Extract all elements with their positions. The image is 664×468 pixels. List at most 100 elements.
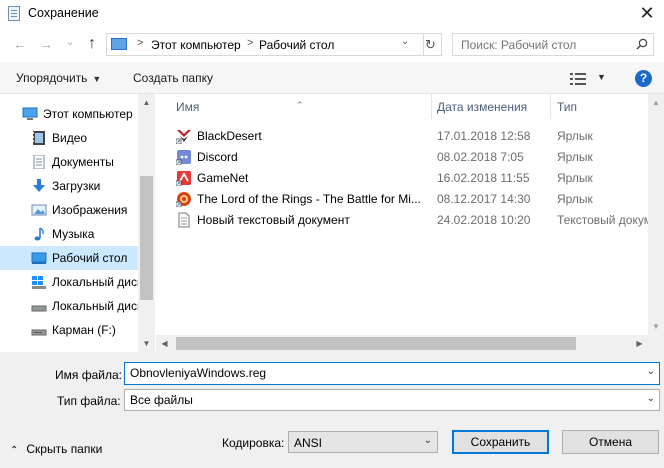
breadcrumb-this-pc[interactable]: Этот компьютер <box>151 38 241 52</box>
sidebar-item-label: Локальный диск <box>52 299 143 313</box>
encoding-value: ANSI <box>294 436 323 450</box>
hide-folders-label: Скрыть папки <box>26 442 103 456</box>
windows-drive-icon <box>32 276 46 289</box>
search-input[interactable] <box>453 34 633 55</box>
cancel-button[interactable]: Отмена <box>562 430 659 454</box>
chevron-down-icon[interactable]: ⌄ <box>424 435 432 446</box>
chevron-down-icon[interactable]: ⌄ <box>401 36 413 47</box>
sidebar-item-label: Локальный диск <box>52 275 143 289</box>
breadcrumb-separator[interactable]: > <box>137 37 143 49</box>
sidebar-item-this-pc[interactable]: Этот компьютер <box>0 102 138 126</box>
video-icon <box>33 131 45 145</box>
scroll-down-icon[interactable]: ▼ <box>138 335 155 352</box>
filetype-select[interactable]: Все файлы ⌄ <box>124 389 660 411</box>
hide-folders-button[interactable]: ⌃ Скрыть папки <box>10 442 102 456</box>
file-name: The Lord of the Rings - The Battle for M… <box>197 192 421 206</box>
file-type: Ярлык <box>557 129 593 143</box>
file-name: Discord <box>197 150 238 164</box>
file-name: GameNet <box>197 171 249 185</box>
encoding-label: Кодировка: <box>222 436 285 450</box>
close-button[interactable]: ✕ <box>630 0 664 28</box>
scrollbar-thumb[interactable] <box>140 176 153 300</box>
computer-icon <box>22 107 38 120</box>
file-row[interactable]: Новый текстовый документ 24.02.2018 10:2… <box>176 209 664 230</box>
sidebar-item-downloads[interactable]: Загрузки <box>0 174 138 198</box>
forward-button[interactable]: → <box>38 36 54 52</box>
file-list-horizontal-scrollbar[interactable]: ◀ ▶ <box>156 335 648 352</box>
file-row[interactable]: The Lord of the Rings - The Battle for M… <box>176 188 664 209</box>
organize-button[interactable]: Упорядочить ▼ <box>16 71 101 85</box>
file-date: 16.02.2018 11:55 <box>437 171 530 185</box>
breadcrumb-desktop[interactable]: Рабочий стол <box>259 38 334 52</box>
filename-field[interactable]: ObnovleniyaWindows.reg ⌄ <box>124 362 660 385</box>
sidebar-item-karman-f[interactable]: Карман (F:) <box>0 318 138 342</box>
column-header-label: Тип <box>557 100 578 114</box>
file-type: Ярлык <box>557 192 593 206</box>
address-bar[interactable]: > Этот компьютер > Рабочий стол ⌄ <box>106 33 424 56</box>
pictures-icon <box>31 204 47 216</box>
help-button[interactable]: ? <box>635 70 652 87</box>
file-row[interactable]: Discord 08.02.2018 7:05 Ярлык <box>176 146 664 167</box>
filename-value[interactable]: ObnovleniyaWindows.reg <box>130 366 266 380</box>
sidebar-item-documents[interactable]: Документы <box>0 150 138 174</box>
file-name: BlackDesert <box>197 129 262 143</box>
view-options-button[interactable]: ▼ <box>570 71 606 87</box>
scroll-right-icon[interactable]: ▶ <box>631 335 648 352</box>
window-title: Сохранение <box>28 6 99 20</box>
column-header-name[interactable]: Имя ⌃ <box>156 94 431 119</box>
command-bar: Упорядочить ▼ Создать папку ▼ ? <box>0 62 664 94</box>
column-header-label: Дата изменения <box>437 100 528 114</box>
notepad-icon <box>8 6 20 21</box>
documents-icon <box>33 155 45 169</box>
search-box[interactable] <box>452 33 654 56</box>
chevron-down-icon[interactable]: ⌄ <box>647 366 655 377</box>
filetype-value: Все файлы <box>130 393 193 407</box>
scroll-up-icon[interactable]: ▲ <box>138 94 155 111</box>
sidebar-scrollbar[interactable]: ▲ ▼ <box>138 94 155 352</box>
breadcrumb-separator[interactable]: > <box>247 37 253 49</box>
sidebar-item-label: Изображения <box>52 203 128 217</box>
scrollbar-thumb[interactable] <box>176 337 576 350</box>
sidebar-item-label: Рабочий стол <box>52 251 128 265</box>
encoding-select[interactable]: ANSI ⌄ <box>288 431 438 453</box>
details-view-icon <box>570 73 586 85</box>
recent-locations-button[interactable]: ⌄ <box>62 34 78 50</box>
title-bar: Сохранение ✕ <box>0 0 664 28</box>
discord-shortcut-icon <box>176 150 191 165</box>
blackdesert-shortcut-icon <box>176 130 191 144</box>
chevron-down-icon[interactable]: ⌄ <box>647 393 655 404</box>
sidebar-item-label: Этот компьютер <box>43 107 133 121</box>
save-button[interactable]: Сохранить <box>452 430 549 454</box>
sidebar-item-local-disk-c[interactable]: Локальный диск <box>0 270 142 294</box>
column-header-type[interactable]: Тип <box>551 94 648 119</box>
sidebar-item-music[interactable]: Музыка <box>0 222 138 246</box>
sidebar-item-local-disk[interactable]: Локальный диск <box>0 294 142 318</box>
search-icon[interactable] <box>636 38 648 50</box>
sidebar-item-label: Загрузки <box>52 179 101 193</box>
column-header-label: Имя <box>176 100 200 114</box>
computer-icon <box>111 38 127 50</box>
sidebar-item-video[interactable]: Видео <box>0 126 138 150</box>
downloads-icon <box>33 179 45 192</box>
file-name: Новый текстовый документ <box>197 213 350 227</box>
organize-label: Упорядочить <box>16 71 88 85</box>
file-list: Имя ⌃ Дата изменения Тип BlackDesert 17.… <box>156 94 664 352</box>
file-row[interactable]: BlackDesert 17.01.2018 12:58 Ярлык <box>176 125 664 146</box>
filename-label: Имя файла: <box>55 368 122 382</box>
lotr-shortcut-icon <box>176 192 191 207</box>
scroll-down-icon[interactable]: ▼ <box>648 318 664 335</box>
column-header-date[interactable]: Дата изменения <box>432 94 550 119</box>
sidebar-item-pictures[interactable]: Изображения <box>0 198 138 222</box>
chevron-up-icon: ⌃ <box>10 445 19 456</box>
file-date: 08.02.2018 7:05 <box>437 150 524 164</box>
back-button[interactable]: ← <box>12 36 28 52</box>
new-folder-button[interactable]: Создать папку <box>133 71 213 85</box>
file-row[interactable]: GameNet 16.02.2018 11:55 Ярлык <box>176 167 664 188</box>
up-button[interactable]: ↑ <box>84 36 100 52</box>
scroll-left-icon[interactable]: ◀ <box>156 335 173 352</box>
scroll-up-icon[interactable]: ▲ <box>648 94 664 111</box>
desktop-icon <box>31 252 47 264</box>
refresh-button[interactable]: ↻ <box>420 33 442 56</box>
file-list-vertical-scrollbar[interactable]: ▲ ▼ <box>648 94 664 335</box>
sidebar-item-desktop[interactable]: Рабочий стол <box>0 246 138 270</box>
